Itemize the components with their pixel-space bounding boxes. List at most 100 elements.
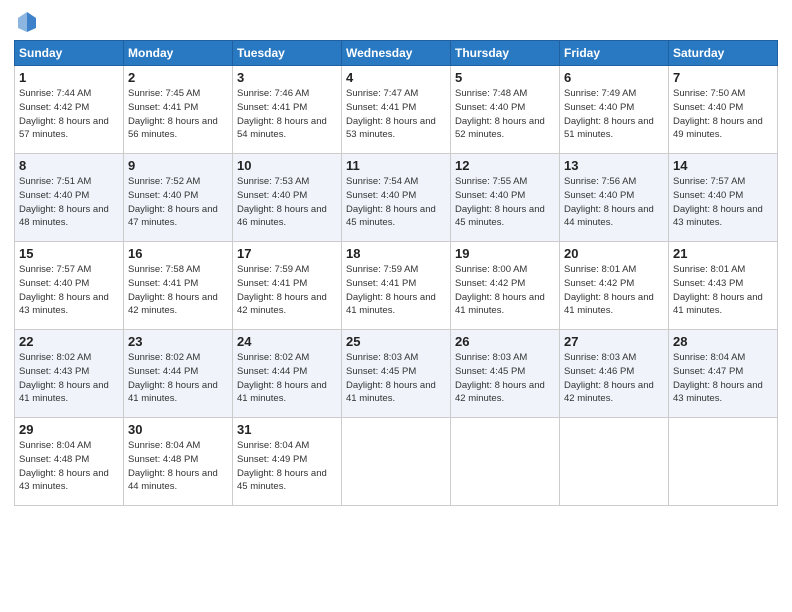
logo-icon xyxy=(16,10,38,32)
day-number: 2 xyxy=(128,70,228,85)
day-number: 20 xyxy=(564,246,664,261)
day-info: Sunrise: 7:54 AMSunset: 4:40 PMDaylight:… xyxy=(346,176,436,228)
table-row: 11 Sunrise: 7:54 AMSunset: 4:40 PMDaylig… xyxy=(342,154,451,242)
col-sunday: Sunday xyxy=(15,41,124,66)
day-number: 4 xyxy=(346,70,446,85)
col-wednesday: Wednesday xyxy=(342,41,451,66)
table-row: 22 Sunrise: 8:02 AMSunset: 4:43 PMDaylig… xyxy=(15,330,124,418)
day-info: Sunrise: 7:53 AMSunset: 4:40 PMDaylight:… xyxy=(237,176,327,228)
table-row: 10 Sunrise: 7:53 AMSunset: 4:40 PMDaylig… xyxy=(233,154,342,242)
day-info: Sunrise: 8:03 AMSunset: 4:45 PMDaylight:… xyxy=(346,352,436,404)
col-saturday: Saturday xyxy=(669,41,778,66)
day-number: 6 xyxy=(564,70,664,85)
day-number: 1 xyxy=(19,70,119,85)
day-number: 24 xyxy=(237,334,337,349)
table-row: 12 Sunrise: 7:55 AMSunset: 4:40 PMDaylig… xyxy=(451,154,560,242)
table-row: 17 Sunrise: 7:59 AMSunset: 4:41 PMDaylig… xyxy=(233,242,342,330)
day-number: 28 xyxy=(673,334,773,349)
page: Sunday Monday Tuesday Wednesday Thursday… xyxy=(0,0,792,612)
col-thursday: Thursday xyxy=(451,41,560,66)
day-info: Sunrise: 7:48 AMSunset: 4:40 PMDaylight:… xyxy=(455,88,545,140)
day-info: Sunrise: 7:46 AMSunset: 4:41 PMDaylight:… xyxy=(237,88,327,140)
table-row: 3 Sunrise: 7:46 AMSunset: 4:41 PMDayligh… xyxy=(233,66,342,154)
table-row: 16 Sunrise: 7:58 AMSunset: 4:41 PMDaylig… xyxy=(124,242,233,330)
day-info: Sunrise: 8:01 AMSunset: 4:43 PMDaylight:… xyxy=(673,264,763,316)
table-row: 2 Sunrise: 7:45 AMSunset: 4:41 PMDayligh… xyxy=(124,66,233,154)
day-info: Sunrise: 7:47 AMSunset: 4:41 PMDaylight:… xyxy=(346,88,436,140)
col-friday: Friday xyxy=(560,41,669,66)
calendar-header-row: Sunday Monday Tuesday Wednesday Thursday… xyxy=(15,41,778,66)
col-tuesday: Tuesday xyxy=(233,41,342,66)
table-row: 24 Sunrise: 8:02 AMSunset: 4:44 PMDaylig… xyxy=(233,330,342,418)
table-row: 8 Sunrise: 7:51 AMSunset: 4:40 PMDayligh… xyxy=(15,154,124,242)
day-number: 12 xyxy=(455,158,555,173)
table-row: 1 Sunrise: 7:44 AMSunset: 4:42 PMDayligh… xyxy=(15,66,124,154)
day-number: 26 xyxy=(455,334,555,349)
day-number: 3 xyxy=(237,70,337,85)
day-number: 8 xyxy=(19,158,119,173)
table-row: 19 Sunrise: 8:00 AMSunset: 4:42 PMDaylig… xyxy=(451,242,560,330)
day-info: Sunrise: 8:02 AMSunset: 4:43 PMDaylight:… xyxy=(19,352,109,404)
table-row: 15 Sunrise: 7:57 AMSunset: 4:40 PMDaylig… xyxy=(15,242,124,330)
day-number: 7 xyxy=(673,70,773,85)
day-info: Sunrise: 7:45 AMSunset: 4:41 PMDaylight:… xyxy=(128,88,218,140)
day-info: Sunrise: 8:04 AMSunset: 4:47 PMDaylight:… xyxy=(673,352,763,404)
day-number: 21 xyxy=(673,246,773,261)
table-row: 14 Sunrise: 7:57 AMSunset: 4:40 PMDaylig… xyxy=(669,154,778,242)
day-info: Sunrise: 8:02 AMSunset: 4:44 PMDaylight:… xyxy=(237,352,327,404)
day-info: Sunrise: 8:04 AMSunset: 4:48 PMDaylight:… xyxy=(19,440,109,492)
day-number: 18 xyxy=(346,246,446,261)
day-info: Sunrise: 7:59 AMSunset: 4:41 PMDaylight:… xyxy=(237,264,327,316)
day-info: Sunrise: 8:04 AMSunset: 4:48 PMDaylight:… xyxy=(128,440,218,492)
table-row: 18 Sunrise: 7:59 AMSunset: 4:41 PMDaylig… xyxy=(342,242,451,330)
day-number: 9 xyxy=(128,158,228,173)
table-row: 30 Sunrise: 8:04 AMSunset: 4:48 PMDaylig… xyxy=(124,418,233,506)
day-info: Sunrise: 7:52 AMSunset: 4:40 PMDaylight:… xyxy=(128,176,218,228)
day-info: Sunrise: 8:04 AMSunset: 4:49 PMDaylight:… xyxy=(237,440,327,492)
table-row: 20 Sunrise: 8:01 AMSunset: 4:42 PMDaylig… xyxy=(560,242,669,330)
day-number: 30 xyxy=(128,422,228,437)
day-info: Sunrise: 8:03 AMSunset: 4:46 PMDaylight:… xyxy=(564,352,654,404)
day-info: Sunrise: 8:03 AMSunset: 4:45 PMDaylight:… xyxy=(455,352,545,404)
day-number: 29 xyxy=(19,422,119,437)
table-row: 7 Sunrise: 7:50 AMSunset: 4:40 PMDayligh… xyxy=(669,66,778,154)
table-row: 4 Sunrise: 7:47 AMSunset: 4:41 PMDayligh… xyxy=(342,66,451,154)
day-number: 23 xyxy=(128,334,228,349)
day-number: 19 xyxy=(455,246,555,261)
day-info: Sunrise: 7:58 AMSunset: 4:41 PMDaylight:… xyxy=(128,264,218,316)
table-row: 9 Sunrise: 7:52 AMSunset: 4:40 PMDayligh… xyxy=(124,154,233,242)
col-monday: Monday xyxy=(124,41,233,66)
logo xyxy=(14,10,38,32)
day-number: 11 xyxy=(346,158,446,173)
table-row xyxy=(560,418,669,506)
day-number: 25 xyxy=(346,334,446,349)
day-number: 22 xyxy=(19,334,119,349)
table-row: 28 Sunrise: 8:04 AMSunset: 4:47 PMDaylig… xyxy=(669,330,778,418)
table-row: 31 Sunrise: 8:04 AMSunset: 4:49 PMDaylig… xyxy=(233,418,342,506)
table-row: 25 Sunrise: 8:03 AMSunset: 4:45 PMDaylig… xyxy=(342,330,451,418)
day-info: Sunrise: 7:49 AMSunset: 4:40 PMDaylight:… xyxy=(564,88,654,140)
day-info: Sunrise: 7:55 AMSunset: 4:40 PMDaylight:… xyxy=(455,176,545,228)
header xyxy=(14,10,778,32)
day-info: Sunrise: 7:57 AMSunset: 4:40 PMDaylight:… xyxy=(673,176,763,228)
day-number: 10 xyxy=(237,158,337,173)
calendar-table: Sunday Monday Tuesday Wednesday Thursday… xyxy=(14,40,778,506)
table-row xyxy=(342,418,451,506)
day-number: 31 xyxy=(237,422,337,437)
table-row: 21 Sunrise: 8:01 AMSunset: 4:43 PMDaylig… xyxy=(669,242,778,330)
day-info: Sunrise: 8:01 AMSunset: 4:42 PMDaylight:… xyxy=(564,264,654,316)
day-number: 13 xyxy=(564,158,664,173)
table-row xyxy=(451,418,560,506)
day-info: Sunrise: 8:00 AMSunset: 4:42 PMDaylight:… xyxy=(455,264,545,316)
table-row: 23 Sunrise: 8:02 AMSunset: 4:44 PMDaylig… xyxy=(124,330,233,418)
day-number: 15 xyxy=(19,246,119,261)
day-info: Sunrise: 7:56 AMSunset: 4:40 PMDaylight:… xyxy=(564,176,654,228)
day-info: Sunrise: 7:51 AMSunset: 4:40 PMDaylight:… xyxy=(19,176,109,228)
day-info: Sunrise: 7:44 AMSunset: 4:42 PMDaylight:… xyxy=(19,88,109,140)
table-row: 6 Sunrise: 7:49 AMSunset: 4:40 PMDayligh… xyxy=(560,66,669,154)
day-info: Sunrise: 7:59 AMSunset: 4:41 PMDaylight:… xyxy=(346,264,436,316)
table-row: 13 Sunrise: 7:56 AMSunset: 4:40 PMDaylig… xyxy=(560,154,669,242)
day-number: 5 xyxy=(455,70,555,85)
day-number: 27 xyxy=(564,334,664,349)
table-row: 26 Sunrise: 8:03 AMSunset: 4:45 PMDaylig… xyxy=(451,330,560,418)
